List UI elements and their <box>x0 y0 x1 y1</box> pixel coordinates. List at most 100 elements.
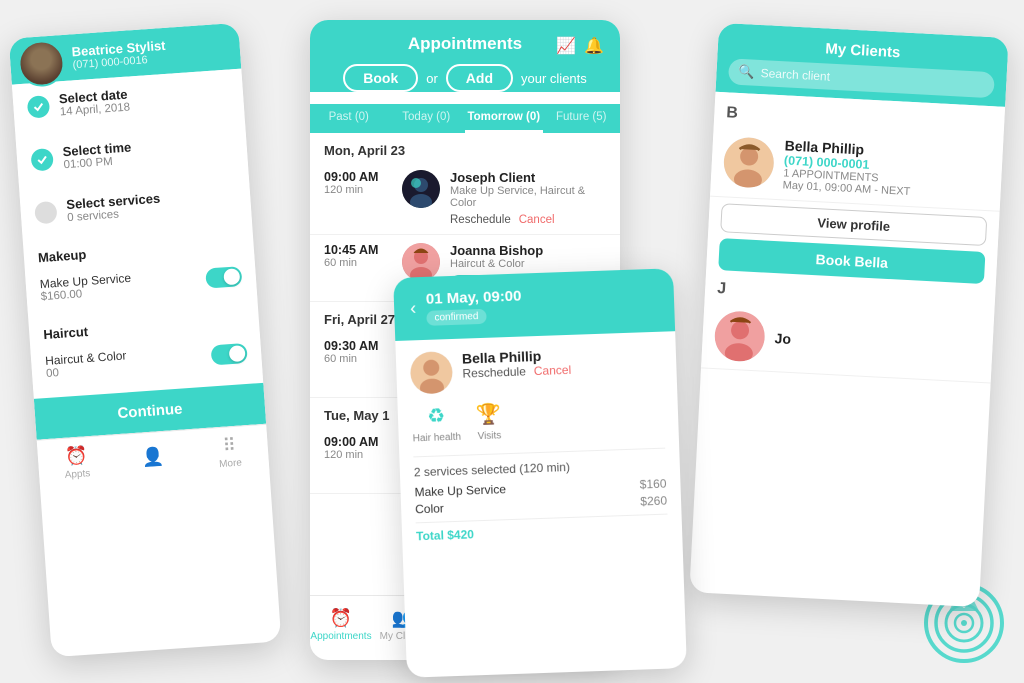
nav-more-left[interactable]: ⠿ More <box>190 432 269 471</box>
joseph-avatar-1 <box>402 170 440 208</box>
tab-past[interactable]: Past (0) <box>310 104 388 133</box>
person-icon: 👤 <box>141 446 165 469</box>
nav-appointments-label: Appointments <box>310 631 371 642</box>
nav-more-label: More <box>219 457 243 470</box>
appt-info-joseph1: Joseph Client Make Up Service, Haircut &… <box>450 170 606 226</box>
detail-client-avatar <box>410 351 453 394</box>
appt-duration: 120 min <box>324 184 392 196</box>
detail-stats-row: ♻ Hair health 🏆 Visits <box>412 396 665 445</box>
bell-icon[interactable]: 🔔 <box>584 36 604 56</box>
detail-date: 01 May, 09:00 <box>426 283 658 308</box>
date-header-apr23: Mon, April 23 <box>310 133 620 162</box>
appt-time-joanna: 10:45 AM <box>324 243 392 257</box>
clients-phone: My Clients 🔍 Search client B Bella Phill… <box>689 23 1008 607</box>
detail-reschedule-button[interactable]: Reschedule <box>462 364 526 380</box>
tab-today[interactable]: Today (0) <box>388 104 466 133</box>
date-info: Select date 14 April, 2018 <box>58 80 229 119</box>
hair-health-stat: ♻ Hair health <box>412 403 462 445</box>
detail-body: Bella Phillip Reschedule Cancel ♻ Hair h… <box>395 331 682 556</box>
appt-duration-joseph2: 60 min <box>324 353 392 365</box>
appt-services: Make Up Service, Haircut & Color <box>450 185 606 209</box>
time-info: Select time 01:00 PM <box>62 132 233 171</box>
services-count: 2 services selected (120 min) <box>414 457 666 480</box>
haircut-toggle[interactable] <box>211 343 248 365</box>
appt-time-col-joanna: 10:45 AM 60 min <box>324 243 392 269</box>
back-icon[interactable]: ‹ <box>410 298 417 319</box>
appt-time-col-joseph2: 09:30 AM 60 min <box>324 339 392 365</box>
appt-time-col-bella: 09:00 AM 120 min <box>324 435 392 461</box>
visits-label: Visits <box>477 430 501 442</box>
or-text: or <box>426 71 438 86</box>
appt-duration-joanna: 60 min <box>324 257 392 269</box>
appointments-tabs: Past (0) Today (0) Tomorrow (0) Future (… <box>310 104 620 133</box>
cancel-button[interactable]: Cancel <box>519 214 555 226</box>
total-value: Total $420 <box>416 527 474 543</box>
booking-phone: Beatrice Stylist (071) 000-0016 Select d… <box>9 23 282 658</box>
book-button[interactable]: Book <box>343 64 418 92</box>
appt-time: 09:00 AM <box>324 170 392 184</box>
header-icons: 📈 🔔 <box>556 36 604 56</box>
appt-name: Joseph Client <box>450 170 606 185</box>
client-row-bella: Bella Phillip (071) 000-0001 1 APPOINTME… <box>710 126 1003 212</box>
reschedule-button[interactable]: Reschedule <box>450 214 511 226</box>
haircut-service-item: Haircut & Color 00 <box>45 340 248 380</box>
tab-tomorrow[interactable]: Tomorrow (0) <box>465 104 543 133</box>
date-check-icon <box>27 95 50 118</box>
chart-icon[interactable]: 📈 <box>556 36 576 56</box>
visits-icon: 🏆 <box>476 401 502 427</box>
select-time-section[interactable]: Select time 01:00 PM <box>16 121 249 184</box>
hair-health-label: Hair health <box>413 432 462 445</box>
detail-services-section: 2 services selected (120 min) Make Up Se… <box>413 448 668 544</box>
detail-header-info: 01 May, 09:00 confirmed <box>426 283 659 326</box>
bella-info: Bella Phillip (071) 000-0001 1 APPOINTME… <box>782 137 991 202</box>
appt-item-joseph1: 09:00 AM 120 min Joseph Client Make Up S… <box>310 162 620 235</box>
nav-item-appointments[interactable]: ⏰ Appointments <box>310 608 372 642</box>
makeup-service-item: Make Up Service $160.00 <box>39 263 242 303</box>
appt-name-joanna: Joanna Bishop <box>450 243 620 258</box>
confirmed-status-badge: confirmed <box>426 309 486 326</box>
jo-partial-name: Jo <box>774 330 981 357</box>
detail-client-row: Bella Phillip Reschedule Cancel <box>410 344 663 395</box>
clock-icon-nav: ⏰ <box>330 608 352 629</box>
jo-info: Jo <box>774 330 981 357</box>
detail-total-row: Total $420 <box>416 514 669 544</box>
select-services-section[interactable]: Select services 0 services <box>19 174 252 237</box>
add-button[interactable]: Add <box>446 64 513 92</box>
service-name-makeup: Make Up Service <box>414 482 506 499</box>
nav-appointments-label: Appts <box>64 468 90 481</box>
appointment-detail-card: ‹ 01 May, 09:00 confirmed Bella Phillip … <box>393 268 687 678</box>
service-price-makeup: $160 <box>640 477 667 492</box>
detail-cancel-button[interactable]: Cancel <box>534 363 572 378</box>
nav-clients[interactable]: 👤 <box>114 444 192 470</box>
appt-time-joseph2: 09:30 AM <box>324 339 392 353</box>
clients-body: B Bella Phillip (071) 000-0001 1 APPOINT… <box>701 92 1006 392</box>
grid-icon: ⠿ <box>222 434 237 456</box>
search-placeholder-text: Search client <box>760 66 830 84</box>
joanna-avatar <box>402 243 440 281</box>
hair-health-icon: ♻ <box>427 403 446 429</box>
clock-icon: ⏰ <box>64 445 88 468</box>
visits-stat: 🏆 Visits <box>476 401 502 442</box>
detail-header: ‹ 01 May, 09:00 confirmed <box>393 268 675 341</box>
appt-services-joanna: Haircut & Color <box>450 258 620 270</box>
book-add-row: Book or Add your clients <box>326 64 604 92</box>
detail-action-buttons: Reschedule Cancel <box>462 363 571 381</box>
search-icon: 🔍 <box>738 64 755 81</box>
appt-duration-bella: 120 min <box>324 449 392 461</box>
services-check-icon <box>34 200 57 223</box>
nav-appointments[interactable]: ⏰ Appts <box>37 443 116 482</box>
client-row-jo: Jo <box>701 301 994 383</box>
services-info: Select services 0 services <box>66 185 237 224</box>
detail-client-name-col: Bella Phillip Reschedule Cancel <box>462 347 572 393</box>
tab-future[interactable]: Future (5) <box>543 104 621 133</box>
clients-search-bar[interactable]: 🔍 Search client <box>728 58 995 98</box>
service-name-color: Color <box>415 501 444 516</box>
appt-time-col: 09:00 AM 120 min <box>324 170 392 196</box>
book-bella-button[interactable]: Book Bella <box>718 238 985 284</box>
time-check-icon <box>30 147 53 170</box>
appt-actions: Reschedule Cancel <box>450 214 606 226</box>
service-price-color: $260 <box>640 494 667 509</box>
appointments-header: Appointments 📈 🔔 Book or Add your client… <box>310 20 620 92</box>
makeup-toggle[interactable] <box>205 266 242 288</box>
appt-time-bella: 09:00 AM <box>324 435 392 449</box>
